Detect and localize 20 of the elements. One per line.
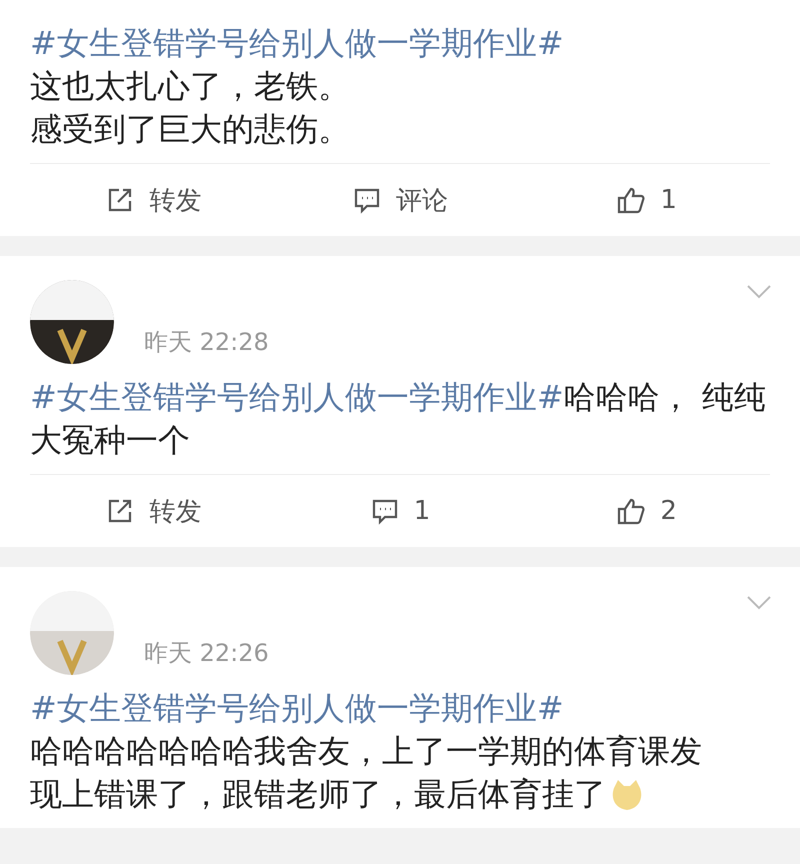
hashtag-link[interactable]: #女生登错学号给别人做一学期作业# xyxy=(30,687,564,730)
comment-button[interactable]: 评论 xyxy=(276,164,524,236)
post-time: 昨天 22:26 xyxy=(144,638,269,669)
like-button[interactable]: 1 xyxy=(523,164,770,236)
chevron-down-icon[interactable] xyxy=(746,284,772,300)
post-time: 昨天 22:28 xyxy=(144,327,269,358)
hashtag-link[interactable]: #女生登错学号给别人做一学期作业# xyxy=(30,378,564,416)
post-text: 感受到了巨大的悲伤。 xyxy=(30,109,351,150)
share-button[interactable]: 转发 xyxy=(30,475,277,547)
comment-button[interactable]: 1 xyxy=(276,475,524,547)
thumbs-up-icon xyxy=(616,496,646,526)
post-text: #女生登错学号给别人做一学期作业#哈哈哈， 纯纯大冤种一个 xyxy=(30,377,767,461)
like-button[interactable]: 2 xyxy=(523,475,770,547)
post-text: 现上错课了，跟错老师了，最后体育挂了 xyxy=(30,774,606,815)
hashtag-link[interactable]: #女生登错学号给别人做一学期作业# xyxy=(30,22,564,65)
post-text: 这也太扎心了，老铁。 xyxy=(30,66,351,107)
post-text: 哈哈哈哈哈哈哈我舍友，上了一学期的体育课发 xyxy=(30,731,703,772)
chevron-down-icon[interactable] xyxy=(746,595,772,611)
share-button[interactable]: 转发 xyxy=(30,164,277,236)
thumbs-up-icon xyxy=(616,185,646,215)
